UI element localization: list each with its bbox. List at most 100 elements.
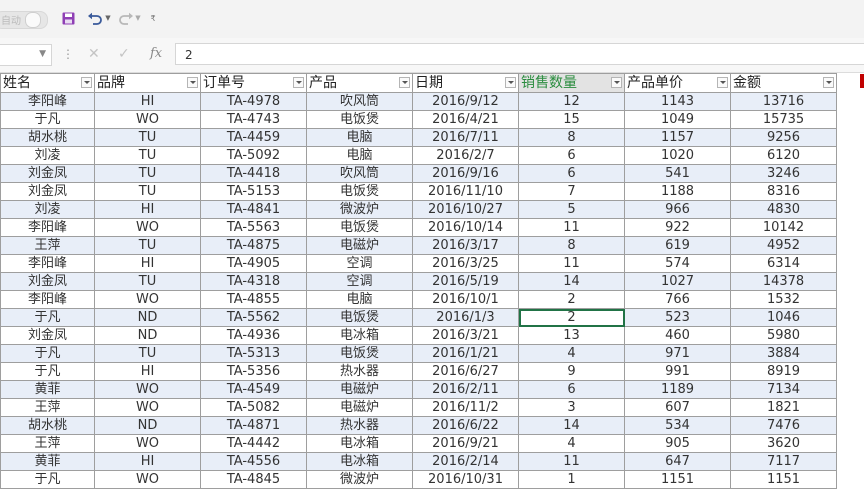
table-cell[interactable]: 2016/9/21 bbox=[412, 434, 519, 453]
table-cell[interactable]: WO bbox=[94, 110, 201, 129]
table-cell[interactable]: 电冰箱 bbox=[306, 452, 413, 471]
table-cell[interactable]: 黄菲 bbox=[0, 380, 95, 399]
table-cell[interactable]: TA-4459 bbox=[200, 128, 307, 147]
table-cell[interactable]: 1188 bbox=[624, 182, 731, 201]
table-cell[interactable]: 2016/9/12 bbox=[412, 92, 519, 111]
table-cell[interactable]: 4830 bbox=[730, 200, 837, 219]
table-cell[interactable]: 13716 bbox=[730, 92, 837, 111]
table-cell[interactable]: 905 bbox=[624, 434, 731, 453]
table-cell[interactable]: 电冰箱 bbox=[306, 326, 413, 345]
table-cell[interactable]: 电磁炉 bbox=[306, 236, 413, 255]
undo-dropdown-icon[interactable]: ▼ bbox=[104, 9, 112, 27]
table-cell[interactable]: WO bbox=[94, 434, 201, 453]
table-cell[interactable]: 6120 bbox=[730, 146, 837, 165]
table-cell[interactable]: 1046 bbox=[730, 308, 837, 327]
table-cell[interactable]: 607 bbox=[624, 398, 731, 417]
table-cell[interactable]: 3884 bbox=[730, 344, 837, 363]
table-cell[interactable]: TU bbox=[94, 146, 201, 165]
table-cell[interactable]: 5980 bbox=[730, 326, 837, 345]
table-cell[interactable]: 3246 bbox=[730, 164, 837, 183]
table-cell[interactable]: 2016/2/14 bbox=[412, 452, 519, 471]
table-cell[interactable]: 电饭煲 bbox=[306, 308, 413, 327]
table-cell[interactable]: 7134 bbox=[730, 380, 837, 399]
table-cell[interactable]: TA-4841 bbox=[200, 200, 307, 219]
table-cell[interactable]: TA-4743 bbox=[200, 110, 307, 129]
table-cell[interactable]: 3620 bbox=[730, 434, 837, 453]
table-cell[interactable]: TU bbox=[94, 344, 201, 363]
table-cell[interactable]: 3 bbox=[518, 398, 625, 417]
table-cell[interactable]: 13 bbox=[518, 326, 625, 345]
cancel-icon[interactable]: ✕ bbox=[88, 46, 100, 62]
table-cell[interactable]: 922 bbox=[624, 218, 731, 237]
table-cell[interactable]: 1143 bbox=[624, 92, 731, 111]
name-box-dropdown-icon[interactable]: ▼ bbox=[39, 49, 46, 59]
table-cell[interactable]: 刘凌 bbox=[0, 146, 95, 165]
table-cell[interactable]: 8316 bbox=[730, 182, 837, 201]
filter-dropdown-icon[interactable] bbox=[399, 77, 410, 88]
table-cell[interactable]: 2016/6/22 bbox=[412, 416, 519, 435]
table-cell[interactable]: 刘金凤 bbox=[0, 326, 95, 345]
table-cell[interactable]: 7476 bbox=[730, 416, 837, 435]
table-cell[interactable]: 于凡 bbox=[0, 344, 95, 363]
table-cell[interactable]: 刘金凤 bbox=[0, 182, 95, 201]
table-cell[interactable]: 2016/11/2 bbox=[412, 398, 519, 417]
formula-input[interactable]: 2 bbox=[175, 43, 864, 65]
table-cell[interactable]: 6 bbox=[518, 380, 625, 399]
table-cell[interactable]: 微波炉 bbox=[306, 200, 413, 219]
table-cell[interactable]: 2016/2/11 bbox=[412, 380, 519, 399]
table-cell[interactable]: 2016/4/21 bbox=[412, 110, 519, 129]
table-cell[interactable]: TA-5356 bbox=[200, 362, 307, 381]
table-cell[interactable]: TU bbox=[94, 182, 201, 201]
table-cell[interactable]: TA-5092 bbox=[200, 146, 307, 165]
table-cell[interactable]: 9 bbox=[518, 362, 625, 381]
table-cell[interactable]: TA-5153 bbox=[200, 182, 307, 201]
table-cell[interactable]: 2016/1/3 bbox=[412, 308, 519, 327]
table-cell[interactable]: 4952 bbox=[730, 236, 837, 255]
table-cell[interactable]: HI bbox=[94, 452, 201, 471]
table-cell[interactable]: 2016/10/27 bbox=[412, 200, 519, 219]
table-cell[interactable]: ND bbox=[94, 308, 201, 327]
table-cell[interactable]: HI bbox=[94, 254, 201, 273]
table-cell[interactable]: 电饭煲 bbox=[306, 110, 413, 129]
filter-dropdown-icon[interactable] bbox=[717, 77, 728, 88]
table-cell[interactable]: 2016/9/16 bbox=[412, 164, 519, 183]
table-cell[interactable]: 热水器 bbox=[306, 416, 413, 435]
confirm-icon[interactable]: ✓ bbox=[118, 46, 130, 62]
table-cell[interactable]: TA-4549 bbox=[200, 380, 307, 399]
table-cell[interactable]: 11 bbox=[518, 254, 625, 273]
table-cell[interactable]: 电饭煲 bbox=[306, 218, 413, 237]
table-cell[interactable]: 14 bbox=[518, 272, 625, 291]
table-cell[interactable]: TA-4905 bbox=[200, 254, 307, 273]
table-cell[interactable]: 李阳峰 bbox=[0, 218, 95, 237]
table-cell[interactable]: 991 bbox=[624, 362, 731, 381]
table-cell[interactable]: TA-5082 bbox=[200, 398, 307, 417]
table-cell[interactable]: TA-5563 bbox=[200, 218, 307, 237]
table-cell[interactable]: 14378 bbox=[730, 272, 837, 291]
table-cell[interactable]: 李阳峰 bbox=[0, 254, 95, 273]
table-cell[interactable]: TA-4978 bbox=[200, 92, 307, 111]
column-header[interactable]: 日期 bbox=[412, 73, 519, 93]
column-header[interactable]: 产品 bbox=[306, 73, 413, 93]
filter-dropdown-icon[interactable] bbox=[293, 77, 304, 88]
table-cell[interactable]: 2 bbox=[518, 290, 625, 309]
table-cell[interactable]: 2016/10/1 bbox=[412, 290, 519, 309]
table-cell[interactable]: 6 bbox=[518, 164, 625, 183]
table-cell[interactable]: 1532 bbox=[730, 290, 837, 309]
table-cell[interactable]: 2016/5/19 bbox=[412, 272, 519, 291]
table-cell[interactable]: 热水器 bbox=[306, 362, 413, 381]
table-cell[interactable]: 5 bbox=[518, 200, 625, 219]
table-cell[interactable]: 12 bbox=[518, 92, 625, 111]
table-cell[interactable]: 2016/10/14 bbox=[412, 218, 519, 237]
filter-dropdown-icon[interactable] bbox=[81, 77, 92, 88]
table-cell[interactable]: 空调 bbox=[306, 254, 413, 273]
table-cell[interactable]: WO bbox=[94, 380, 201, 399]
undo-button[interactable] bbox=[84, 9, 106, 27]
table-cell[interactable]: TU bbox=[94, 236, 201, 255]
redo-dropdown-icon[interactable]: ▼ bbox=[134, 9, 142, 27]
table-cell[interactable]: 523 bbox=[624, 308, 731, 327]
table-cell[interactable]: 2016/7/11 bbox=[412, 128, 519, 147]
column-header[interactable]: 销售数量 bbox=[518, 73, 625, 93]
table-cell[interactable]: 胡水桃 bbox=[0, 416, 95, 435]
table-cell[interactable]: 2016/2/7 bbox=[412, 146, 519, 165]
table-cell[interactable]: HI bbox=[94, 362, 201, 381]
